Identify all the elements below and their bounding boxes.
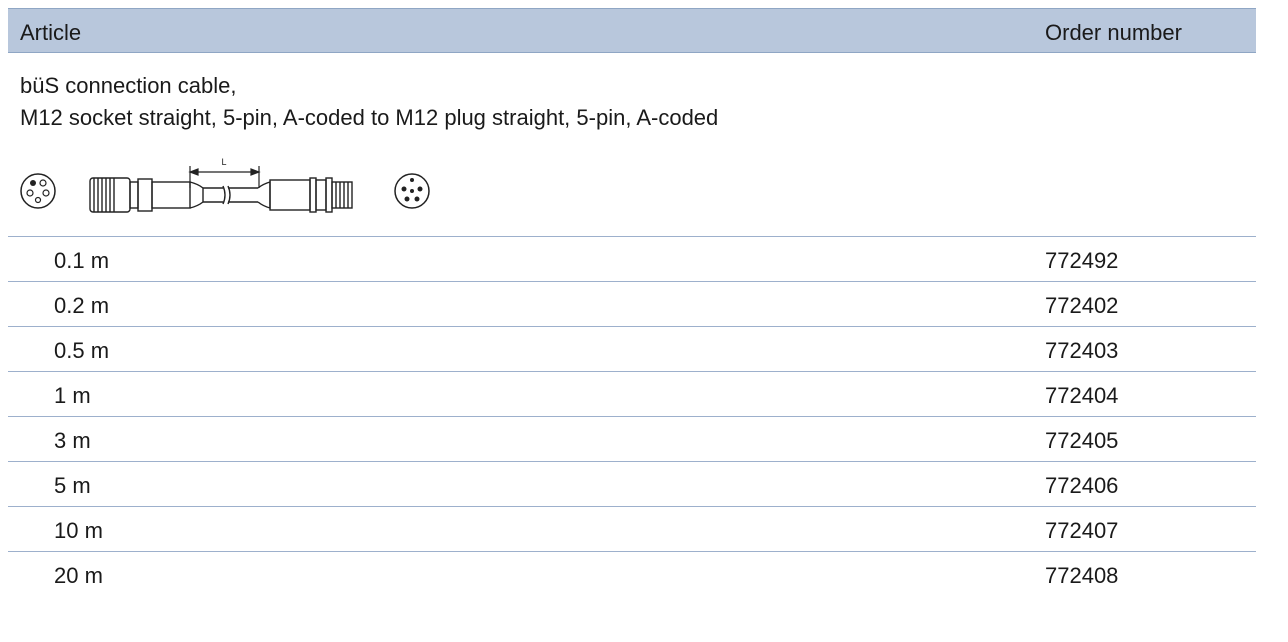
plug-connector-icon [257, 177, 353, 213]
cable-length: 3 m [54, 428, 91, 453]
cable-icon [203, 185, 258, 205]
cable-length: 10 m [54, 518, 103, 543]
cable-length: 20 m [54, 563, 103, 588]
length-dimension-arrow [188, 166, 261, 188]
table-row: 1 m 772404 [8, 371, 1256, 416]
order-number: 772402 [1045, 293, 1119, 318]
table-row: 0.5 m 772403 [8, 326, 1256, 371]
table-row: 20 m 772408 [8, 551, 1256, 596]
socket-connector-icon [89, 177, 204, 213]
plug-pin-face-icon [394, 173, 430, 209]
order-number: 772492 [1045, 248, 1119, 273]
table-row: 5 m 772406 [8, 461, 1256, 506]
cable-length: 5 m [54, 473, 91, 498]
length-dimension-label: L [221, 158, 226, 167]
cable-length: 1 m [54, 383, 91, 408]
socket-pin-face-icon [20, 173, 56, 209]
table-row: 0.1 m 772492 [8, 236, 1256, 281]
table-row: 10 m 772407 [8, 506, 1256, 551]
column-header-article: Article [20, 20, 82, 45]
order-number: 772407 [1045, 518, 1119, 543]
table-row: 3 m 772405 [8, 416, 1256, 461]
order-number: 772408 [1045, 563, 1119, 588]
description-line-1: büS connection cable, [20, 73, 237, 98]
order-number: 772403 [1045, 338, 1119, 363]
order-table: 0.1 m 772492 0.2 m 772402 0.5 m 772403 1… [8, 236, 1256, 596]
description-line-2: M12 socket straight, 5-pin, A-coded to M… [20, 105, 719, 130]
cable-length: 0.2 m [54, 293, 110, 318]
cable-diagram: L [20, 158, 430, 213]
table-row: 0.2 m 772402 [8, 281, 1256, 326]
order-number: 772404 [1045, 383, 1119, 408]
order-number: 772405 [1045, 428, 1119, 453]
column-header-order-number: Order number [1045, 20, 1182, 45]
cable-length: 0.5 m [54, 338, 110, 363]
article-description: büS connection cable, M12 socket straigh… [20, 70, 718, 134]
cable-length: 0.1 m [54, 248, 110, 273]
table-header: Article Order number [8, 8, 1256, 53]
order-number: 772406 [1045, 473, 1119, 498]
